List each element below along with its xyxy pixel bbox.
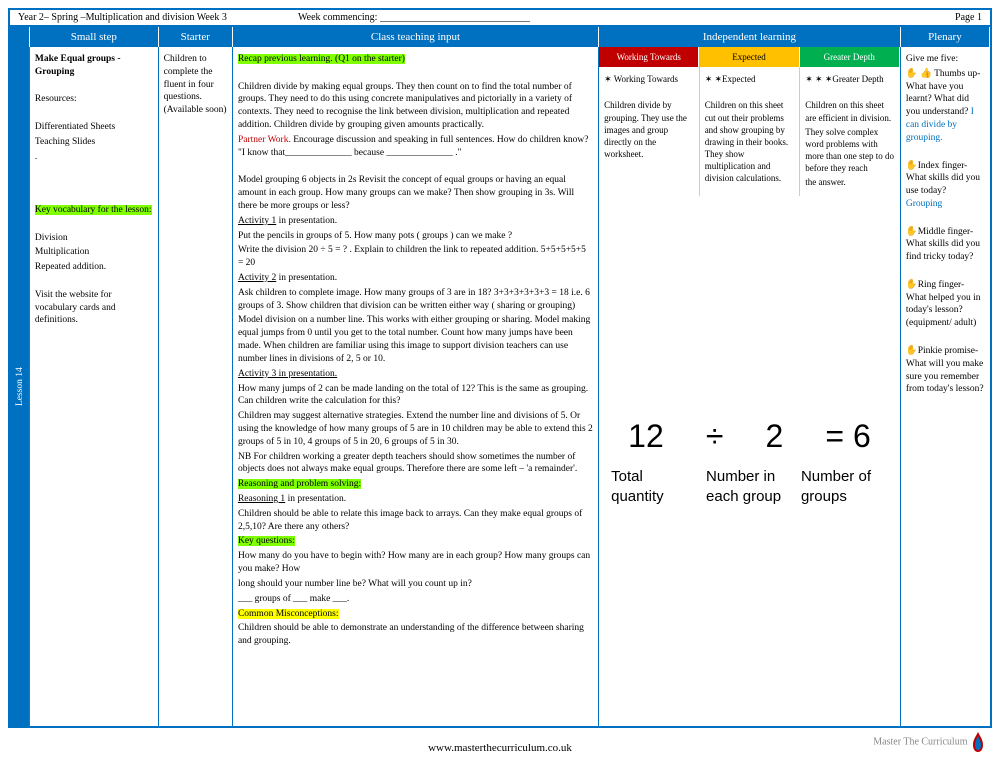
vocab-note: Visit the website for vocabulary cards a… <box>35 289 153 327</box>
smallstep-cell: Make Equal groups - Grouping Resources: … <box>30 47 159 726</box>
gd-text: They solve complex word problems with mo… <box>805 126 895 175</box>
teach-p: Children should be able to demonstrate a… <box>238 622 593 648</box>
plenary-thumbs: ✋ 👍 Thumbs up- What have you learnt? Wha… <box>906 69 980 117</box>
plenary-index: ✋Index finger- What skills did you use t… <box>906 161 980 197</box>
column-headers: Small step Starter Class teaching input … <box>10 27 990 47</box>
step-title: Make Equal groups - Grouping <box>35 53 153 79</box>
gd-text: Children on this sheet are efficient in … <box>805 99 895 123</box>
vocab-item: Repeated addition. <box>35 261 153 274</box>
content-row: Lesson 14 Make Equal groups - Grouping R… <box>10 47 990 726</box>
wt-text: Children divide by grouping. They use th… <box>604 99 694 160</box>
teach-p: long should your number line be? What wi… <box>238 578 593 591</box>
teach-p: How many do you have to begin with? How … <box>238 550 593 576</box>
diff-body: ✶ Working Towards Children divide by gro… <box>599 67 900 196</box>
activity-3: Activity 3 in presentation. <box>238 368 593 381</box>
lbl-total: Total quantity <box>607 467 702 508</box>
teach-p: Write the division 20 ÷ 5 = ? . Explain … <box>238 244 593 270</box>
wt-stars: ✶ Working Towards <box>604 73 694 85</box>
partner-work: Partner Work. <box>238 135 291 145</box>
kq-hl: Key questions: <box>238 536 295 546</box>
ex-cell: ✶ ✶Expected Children on this sheet cut o… <box>700 67 801 196</box>
flame-icon <box>970 732 986 752</box>
brand-logo: Master The Curriculum <box>873 732 986 752</box>
activity-1: Activity 1 <box>238 216 276 226</box>
recap-hl: Recap previous learning. (Q1 on the star… <box>238 54 405 64</box>
resource-item: Differentiated Sheets <box>35 121 153 134</box>
label-row: Total quantity Number in each group Numb… <box>607 467 892 508</box>
top-bar: Year 2– Spring –Multiplication and divis… <box>10 10 990 27</box>
teach-p: Encourage discussion and speaking in ful… <box>238 135 589 158</box>
equation-row: 12 ÷ 2 = 6 <box>607 415 892 458</box>
smallstep-head: Small step <box>30 27 159 47</box>
page-number: Page 1 <box>922 12 982 23</box>
teach-p: Model division on a number line. This wo… <box>238 314 593 365</box>
wt-cell: ✶ Working Towards Children divide by gro… <box>599 67 700 196</box>
division-diagram: 12 ÷ 2 = 6 Total quantity Number in each… <box>599 196 900 726</box>
teach-p: ___ groups of ___ make ___. <box>238 594 349 604</box>
lbl-each: Number in each group <box>702 467 797 508</box>
plenary-cell: Give me five: ✋ 👍 Thumbs up- What have y… <box>901 47 990 726</box>
diff-header: Working Towards Expected Greater Depth <box>599 47 900 67</box>
teach-p: Model grouping 6 objects in 2s Revisit t… <box>238 174 593 212</box>
eq-result: = 6 <box>825 415 870 458</box>
activity-2: Activity 2 <box>238 273 276 283</box>
teach-p: Children should be able to relate this i… <box>238 508 593 534</box>
teach-p: Children divide by making equal groups. … <box>238 82 572 130</box>
resource-item: Teaching Slides <box>35 136 153 149</box>
independent-cell: Working Towards Expected Greater Depth ✶… <box>599 47 901 726</box>
teach-p: Ask children to complete image. How many… <box>238 287 593 313</box>
reasoning-1: Reasoning 1 <box>238 494 285 504</box>
starter-head: Starter <box>159 27 233 47</box>
plenary-pinkie: ✋Pinkie promise- What will you make sure… <box>906 345 985 396</box>
plenary-heading: Give me five: <box>906 53 985 66</box>
lbl-groups: Number of groups <box>797 467 892 508</box>
starter-cell: Children to complete the fluent in four … <box>159 47 233 726</box>
lesson-col-head <box>10 27 30 47</box>
teaching-cell: Recap previous learning. (Q1 on the star… <box>233 47 599 726</box>
footer-url: www.masterthecurriculum.co.uk <box>0 742 1000 754</box>
resources-heading: Resources: <box>35 93 153 106</box>
ex-head: Expected <box>699 47 799 67</box>
plenary-ring: ✋Ring finger- What helped you in today's… <box>906 279 985 330</box>
brand-text: Master The Curriculum <box>873 736 967 747</box>
independent-head: Independent learning <box>599 27 901 47</box>
teach-p: NB For children working a greater depth … <box>238 451 593 477</box>
cm-hl: Common Misconceptions: <box>238 609 339 619</box>
teach-p: Children may suggest alternative strateg… <box>238 410 593 448</box>
gd-text: the answer. <box>805 176 895 188</box>
gd-head: Greater Depth <box>800 47 900 67</box>
eq-divisor: 2 <box>766 415 784 458</box>
vocab-item: Multiplication <box>35 246 153 259</box>
wt-head: Working Towards <box>599 47 699 67</box>
lesson-plan-page: Year 2– Spring –Multiplication and divis… <box>8 8 992 728</box>
ex-stars: ✶ ✶Expected <box>705 73 795 85</box>
vocab-item: Division <box>35 232 153 245</box>
plenary-middle: ✋Middle finger- What skills did you find… <box>906 226 985 264</box>
eq-total: 12 <box>628 415 664 458</box>
gd-cell: ✶ ✶ ✶Greater Depth Children on this shee… <box>800 67 900 196</box>
teach-p: How many jumps of 2 can be made landing … <box>238 383 593 409</box>
rps-hl: Reasoning and problem solving: <box>238 479 361 489</box>
vocab-heading: Key vocabulary for the lesson: <box>35 205 152 215</box>
doc-title: Year 2– Spring –Multiplication and divis… <box>18 12 298 23</box>
plenary-ans: Grouping <box>906 199 942 209</box>
lesson-number-tab: Lesson 14 <box>10 47 30 726</box>
gd-stars: ✶ ✶ ✶Greater Depth <box>805 73 895 85</box>
week-commencing: Week commencing: _______________________… <box>298 12 922 23</box>
plenary-head: Plenary <box>901 27 990 47</box>
eq-divide: ÷ <box>706 415 724 458</box>
ex-text: Children on this sheet cut out their pro… <box>705 99 795 184</box>
teaching-head: Class teaching input <box>233 27 599 47</box>
teach-p: Put the pencils in groups of 5. How many… <box>238 230 593 243</box>
